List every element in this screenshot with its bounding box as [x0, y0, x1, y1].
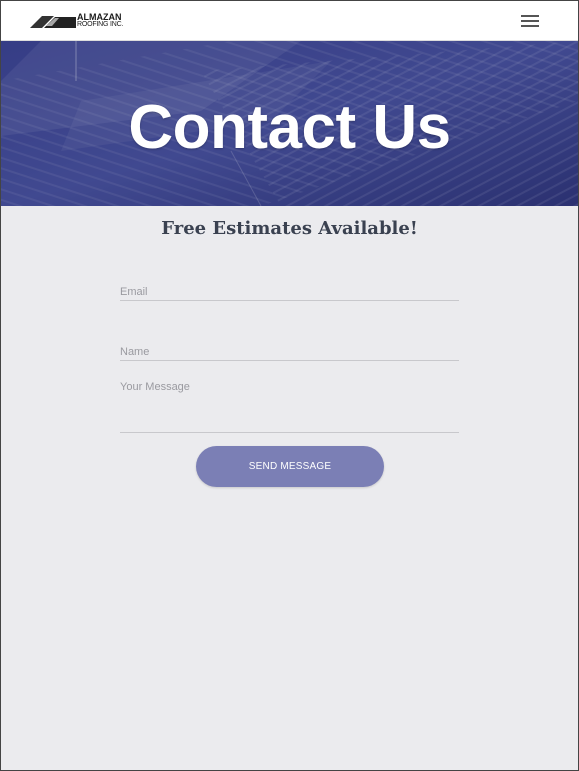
- hamburger-menu-icon[interactable]: [521, 15, 539, 27]
- send-message-button[interactable]: SEND MESSAGE: [196, 446, 384, 487]
- page-title: Contact Us: [128, 93, 451, 162]
- almazan-logo[interactable]: ALMAZAN ROOFING INC.: [30, 12, 130, 32]
- page-frame: ALMAZAN ROOFING INC. Contact Us Free Est…: [0, 0, 579, 771]
- name-placeholder: Name: [120, 346, 150, 358]
- message-placeholder: Your Message: [120, 381, 190, 393]
- site-header: ALMAZAN ROOFING INC.: [1, 1, 578, 41]
- name-field[interactable]: Name: [120, 342, 459, 361]
- logo-text: ALMAZAN ROOFING INC.: [77, 13, 123, 29]
- logo-tagline: ROOFING INC.: [77, 21, 124, 28]
- estimates-heading: Free Estimates Available!: [161, 218, 418, 239]
- hero-banner: Contact Us: [1, 41, 578, 206]
- email-placeholder: Email: [120, 286, 148, 298]
- email-field[interactable]: Email: [120, 282, 459, 301]
- message-field[interactable]: Your Message: [120, 377, 459, 433]
- logo-name: ALMAZAN: [77, 12, 122, 22]
- roof-logo-icon: [30, 16, 76, 28]
